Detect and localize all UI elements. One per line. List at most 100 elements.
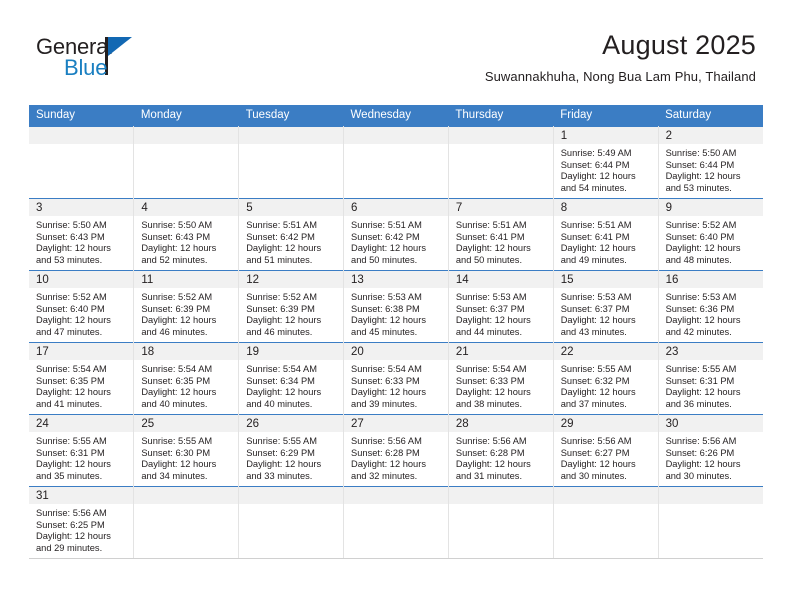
day-number: 20	[344, 343, 448, 360]
day-number	[448, 487, 553, 504]
calendar-day-cell-empty	[238, 126, 345, 199]
daylight-text-line1: Daylight: 12 hours	[455, 315, 531, 326]
daylight-text-line1: Daylight: 12 hours	[455, 387, 531, 398]
calendar-day-cell[interactable]: 31 Sunrise: 5:56 AM Sunset: 6:25 PM Dayligh…	[29, 486, 135, 559]
calendar-day-cell[interactable]: 9 Sunrise: 5:52 AM Sunset: 6:40 PM Daylight…	[658, 198, 763, 271]
day-number: 14	[448, 271, 553, 288]
daylight-text-line1: Daylight: 12 hours	[351, 243, 426, 254]
daylight-text-line2: and 40 minutes.	[141, 398, 208, 409]
sunrise-text: Sunrise: 5:52 AM	[141, 292, 213, 302]
calendar-day-cell-empty	[343, 486, 449, 559]
daylight-text-line1: Daylight: 12 hours	[351, 459, 426, 470]
calendar-day-cell[interactable]: 2 Sunrise: 5:50 AM Sunset: 6:44 PM Daylight…	[658, 126, 763, 199]
sunset-text: Sunset: 6:34 PM	[246, 375, 315, 386]
sunrise-text: Sunrise: 5:55 AM	[246, 436, 317, 446]
day-details: Sunrise: 5:54 AM Sunset: 6:35 PM Daylight:…	[29, 360, 133, 410]
calendar-day-cell-empty	[343, 126, 449, 199]
calendar-day-cell[interactable]: 5 Sunrise: 5:51 AM Sunset: 6:42 PM Daylight…	[238, 198, 345, 271]
day-number	[658, 487, 763, 504]
calendar-day-cell[interactable]: 20 Sunrise: 5:54 AM Sunset: 6:33 PM Dayligh…	[343, 342, 449, 415]
calendar-day-cell[interactable]: 17 Sunrise: 5:54 AM Sunset: 6:35 PM Dayligh…	[29, 342, 135, 415]
calendar-head: Sunday Monday Tuesday Wednesday Thursday Frid…	[29, 105, 763, 127]
calendar-day-cell[interactable]: 26 Sunrise: 5:55 AM Sunset: 6:29 PM Dayligh…	[238, 414, 345, 487]
calendar-day-cell[interactable]: 14 Sunrise: 5:53 AM Sunset: 6:37 PM Dayligh…	[448, 270, 554, 343]
day-number: 6	[344, 199, 448, 216]
calendar-day-cell[interactable]: 8 Sunrise: 5:51 AM Sunset: 6:41 PM Daylight…	[553, 198, 659, 271]
calendar-day-cell-empty	[448, 126, 554, 199]
sunset-text: Sunset: 6:37 PM	[455, 303, 525, 314]
day-details: Sunrise: 5:51 AM Sunset: 6:41 PM Daylight:…	[449, 216, 553, 266]
calendar-day-cell[interactable]: 10 Sunrise: 5:52 AM Sunset: 6:40 PM Dayligh…	[29, 270, 135, 343]
sunset-text: Sunset: 6:33 PM	[351, 375, 420, 386]
calendar-day-cell[interactable]: 4 Sunrise: 5:50 AM Sunset: 6:43 PM Daylight…	[133, 198, 240, 271]
calendar-day-cell[interactable]: 19 Sunrise: 5:54 AM Sunset: 6:34 PM Dayligh…	[238, 342, 345, 415]
day-number: 28	[448, 415, 553, 432]
sunset-text: Sunset: 6:26 PM	[665, 447, 735, 458]
sunset-text: Sunset: 6:41 PM	[560, 231, 630, 242]
daylight-text-line1: Daylight: 12 hours	[665, 459, 741, 470]
calendar-day-cell[interactable]: 3 Sunrise: 5:50 AM Sunset: 6:43 PM Daylight…	[29, 198, 135, 271]
day-number: 9	[658, 199, 763, 216]
calendar-day-cell-empty	[553, 486, 659, 559]
sunrise-text: Sunrise: 5:53 AM	[665, 292, 737, 302]
calendar-day-cell[interactable]: 30 Sunrise: 5:56 AM Sunset: 6:26 PM Dayligh…	[658, 414, 763, 487]
calendar-day-cell[interactable]: 6 Sunrise: 5:51 AM Sunset: 6:42 PM Daylight…	[343, 198, 449, 271]
daylight-text-line1: Daylight: 12 hours	[36, 531, 111, 542]
calendar-day-cell[interactable]: 25 Sunrise: 5:55 AM Sunset: 6:30 PM Dayligh…	[133, 414, 240, 487]
calendar-day-cell[interactable]: 15 Sunrise: 5:53 AM Sunset: 6:37 PM Dayligh…	[553, 270, 659, 343]
day-number: 19	[239, 343, 344, 360]
day-number: 1	[553, 127, 658, 144]
daylight-text-line2: and 30 minutes.	[560, 470, 627, 481]
sunset-text: Sunset: 6:28 PM	[455, 447, 525, 458]
day-details: Sunrise: 5:50 AM Sunset: 6:43 PM Daylight:…	[29, 216, 133, 266]
day-details: Sunrise: 5:53 AM Sunset: 6:36 PM Daylight:…	[659, 288, 763, 338]
calendar-day-cell[interactable]: 16 Sunrise: 5:53 AM Sunset: 6:36 PM Dayligh…	[658, 270, 763, 343]
calendar-day-cell[interactable]: 21 Sunrise: 5:54 AM Sunset: 6:33 PM Dayligh…	[448, 342, 554, 415]
calendar-day-cell[interactable]: 1 Sunrise: 5:49 AM Sunset: 6:44 PM Daylight…	[553, 126, 659, 199]
day-details: Sunrise: 5:55 AM Sunset: 6:31 PM Daylight:…	[29, 432, 133, 482]
calendar-day-cell[interactable]: 23 Sunrise: 5:55 AM Sunset: 6:31 PM Dayligh…	[658, 342, 763, 415]
sunset-text: Sunset: 6:25 PM	[36, 519, 105, 530]
day-number: 15	[553, 271, 658, 288]
day-number	[448, 127, 553, 144]
daylight-text-line1: Daylight: 12 hours	[246, 387, 322, 398]
calendar-day-cell[interactable]: 11 Sunrise: 5:52 AM Sunset: 6:39 PM Dayligh…	[133, 270, 240, 343]
daylight-text-line2: and 54 minutes.	[560, 182, 627, 193]
calendar-page: General Blue August 2025 Suwannakhuha, N…	[0, 0, 792, 612]
calendar-day-cell[interactable]: 7 Sunrise: 5:51 AM Sunset: 6:41 PM Daylight…	[448, 198, 554, 271]
calendar-day-cell[interactable]: 22 Sunrise: 5:55 AM Sunset: 6:32 PM Dayligh…	[553, 342, 659, 415]
calendar-day-cell[interactable]: 12 Sunrise: 5:52 AM Sunset: 6:39 PM Dayligh…	[238, 270, 345, 343]
sunrise-text: Sunrise: 5:50 AM	[36, 220, 107, 230]
weekday-header-monday: Monday	[133, 105, 239, 127]
daylight-text-line2: and 52 minutes.	[141, 254, 208, 265]
day-details: Sunrise: 5:54 AM Sunset: 6:33 PM Daylight:…	[449, 360, 553, 410]
calendar-body: 1 Sunrise: 5:49 AM Sunset: 6:44 PM Daylight…	[29, 126, 763, 559]
calendar-day-cell[interactable]: 18 Sunrise: 5:54 AM Sunset: 6:35 PM Dayligh…	[133, 342, 240, 415]
weekday-header-friday: Friday	[553, 105, 659, 127]
general-blue-logo[interactable]: General Blue	[36, 36, 186, 88]
calendar-day-cell[interactable]: 29 Sunrise: 5:56 AM Sunset: 6:27 PM Dayligh…	[553, 414, 659, 487]
daylight-text-line1: Daylight: 12 hours	[246, 459, 322, 470]
calendar-day-cell[interactable]: 28 Sunrise: 5:56 AM Sunset: 6:28 PM Dayligh…	[448, 414, 554, 487]
day-number: 12	[239, 271, 344, 288]
day-number: 18	[134, 343, 239, 360]
sunrise-text: Sunrise: 5:54 AM	[141, 364, 213, 374]
calendar-day-cell[interactable]: 24 Sunrise: 5:55 AM Sunset: 6:31 PM Dayligh…	[29, 414, 135, 487]
daylight-text-line1: Daylight: 12 hours	[36, 459, 111, 470]
sunrise-text: Sunrise: 5:52 AM	[36, 292, 107, 302]
daylight-text-line2: and 47 minutes.	[36, 326, 103, 337]
calendar-day-cell[interactable]: 27 Sunrise: 5:56 AM Sunset: 6:28 PM Dayligh…	[343, 414, 449, 487]
sunrise-text: Sunrise: 5:55 AM	[141, 436, 213, 446]
calendar-day-cell-empty	[133, 486, 240, 559]
daylight-text-line2: and 33 minutes.	[246, 470, 313, 481]
daylight-text-line1: Daylight: 12 hours	[455, 243, 531, 254]
weekday-header-thursday: Thursday	[448, 105, 554, 127]
calendar-week-row: 3 Sunrise: 5:50 AM Sunset: 6:43 PM Daylight…	[29, 198, 763, 271]
daylight-text-line2: and 49 minutes.	[560, 254, 627, 265]
day-number	[29, 127, 134, 144]
day-details: Sunrise: 5:55 AM Sunset: 6:31 PM Daylight:…	[659, 360, 763, 410]
sunset-text: Sunset: 6:38 PM	[351, 303, 420, 314]
daylight-text-line1: Daylight: 12 hours	[665, 387, 741, 398]
day-number: 31	[29, 487, 134, 504]
calendar-day-cell[interactable]: 13 Sunrise: 5:53 AM Sunset: 6:38 PM Dayligh…	[343, 270, 449, 343]
